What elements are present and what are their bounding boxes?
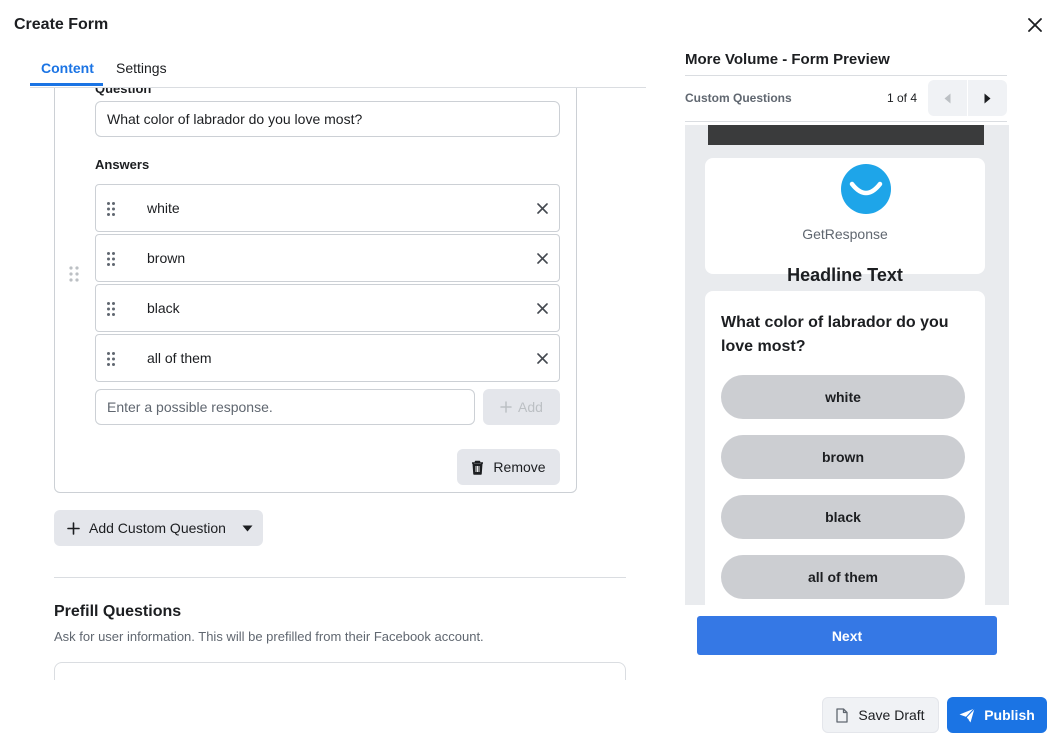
brand-name: GetResponse [802, 226, 888, 242]
question-label: Question [95, 88, 152, 96]
send-icon [959, 707, 976, 722]
create-form-dialog: Create Form Content Settings Question Wh… [0, 0, 1060, 739]
brand-logo [837, 160, 895, 218]
caret-down-icon [242, 525, 253, 531]
possible-response-input[interactable] [95, 389, 475, 425]
preview-divider [685, 121, 1007, 122]
close-button[interactable] [1022, 12, 1048, 38]
preview-banner [708, 125, 984, 145]
plus-icon [500, 401, 512, 413]
form-preview-phone[interactable]: GetResponse Headline Text What color of … [685, 125, 1009, 605]
drag-handle-icon[interactable] [107, 202, 115, 221]
custom-question-card: Question What color of labrador do you l… [54, 88, 577, 493]
add-response-label: Add [518, 399, 543, 415]
answer-text[interactable]: white [147, 200, 180, 216]
answer-text[interactable]: black [147, 300, 180, 316]
preview-option[interactable]: all of them [721, 555, 965, 599]
remove-question-label: Remove [493, 459, 546, 475]
publish-button[interactable]: Publish [947, 697, 1047, 733]
question-input[interactable]: What color of labrador do you love most? [95, 101, 560, 137]
prefill-questions-title: Prefill Questions [54, 603, 182, 620]
answer-row: brown [95, 234, 560, 282]
preview-title: More Volume - Form Preview [685, 51, 890, 68]
preview-pager [928, 80, 1007, 116]
answer-text[interactable]: all of them [147, 350, 212, 366]
tab-bar: Content Settings [30, 56, 646, 88]
preview-next-page-button[interactable] [968, 80, 1007, 116]
active-tab-indicator [30, 83, 103, 86]
caret-left-icon [944, 93, 951, 103]
plus-icon [67, 521, 80, 535]
add-custom-question-button[interactable]: Add Custom Question [54, 510, 263, 546]
remove-question-button[interactable]: Remove [457, 449, 560, 485]
close-icon [1028, 18, 1042, 32]
preview-section-label: Custom Questions [685, 91, 792, 105]
publish-label: Publish [984, 707, 1035, 723]
answer-row: white [95, 184, 560, 232]
answer-row: all of them [95, 334, 560, 382]
preview-page-indicator: 1 of 4 [887, 91, 918, 105]
drag-handle-icon[interactable] [107, 252, 115, 271]
save-draft-button[interactable]: Save Draft [822, 697, 939, 733]
answers-label: Answers [95, 157, 150, 172]
preview-option[interactable]: white [721, 375, 965, 419]
preview-question: What color of labrador do you love most? [721, 314, 949, 355]
add-custom-question-label: Add Custom Question [89, 520, 226, 536]
prefill-questions-description: Ask for user information. This will be p… [54, 629, 484, 644]
remove-answer-icon[interactable] [533, 349, 551, 367]
answer-text[interactable]: brown [147, 250, 185, 266]
add-response-button[interactable]: Add [483, 389, 560, 425]
remove-answer-icon[interactable] [533, 249, 551, 267]
section-divider [54, 577, 626, 578]
dialog-title: Create Form [14, 16, 109, 33]
preview-divider [685, 75, 1007, 76]
question-drag-handle-icon[interactable] [69, 266, 79, 287]
preview-question-card: What color of labrador do you love most?… [705, 291, 985, 605]
caret-right-icon [984, 93, 991, 103]
drag-handle-icon[interactable] [107, 352, 115, 371]
answer-row: black [95, 284, 560, 332]
save-draft-label: Save Draft [858, 707, 925, 723]
trash-icon [472, 460, 484, 475]
document-icon [836, 707, 849, 723]
drag-handle-icon[interactable] [107, 302, 115, 321]
tab-settings[interactable]: Settings [116, 60, 167, 76]
content-scroll-area[interactable]: Question What color of labrador do you l… [0, 88, 650, 680]
preview-brand-card: GetResponse Headline Text [705, 158, 985, 285]
preview-next-button[interactable]: Next [697, 616, 997, 655]
tab-content[interactable]: Content [41, 60, 94, 76]
preview-option[interactable]: brown [721, 435, 965, 479]
preview-option[interactable]: black [721, 495, 965, 539]
remove-answer-icon[interactable] [533, 199, 551, 217]
preview-headline: Headline Text [787, 265, 903, 285]
remove-answer-icon[interactable] [533, 299, 551, 317]
prefill-questions-card [54, 662, 626, 680]
preview-prev-button[interactable] [928, 80, 967, 116]
